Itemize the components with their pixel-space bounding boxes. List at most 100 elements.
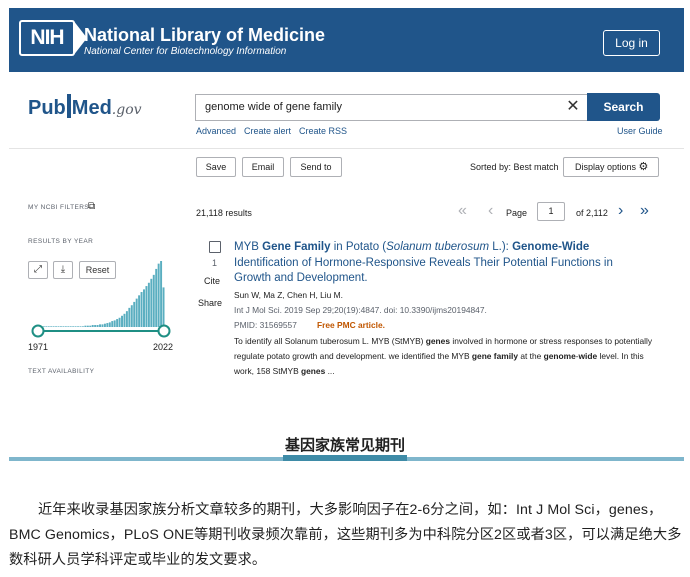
article-number: 1 xyxy=(212,258,218,268)
first-page-icon[interactable]: « xyxy=(458,203,467,219)
total-pages: of 2,112 xyxy=(576,208,608,218)
year-bar[interactable] xyxy=(45,326,48,327)
year-bar[interactable] xyxy=(91,325,94,327)
year-bar[interactable] xyxy=(160,261,163,327)
article-journal: Int J Mol Sci. 2019 Sep 29;20(19):4847. … xyxy=(234,305,487,315)
email-button[interactable]: Email xyxy=(242,157,284,177)
year-bar[interactable] xyxy=(145,286,148,327)
search-button[interactable]: Search xyxy=(587,93,660,121)
section-underline-accent xyxy=(283,455,407,461)
pubmed-logo-bar xyxy=(66,94,71,118)
pubmed-logo-gov: .gov xyxy=(111,102,142,118)
year-bar[interactable] xyxy=(89,325,92,327)
share-button[interactable]: Share xyxy=(198,298,222,308)
results-by-year-chart[interactable] xyxy=(27,255,177,340)
my-ncbi-filters-label[interactable]: MY NCBI FILTERS xyxy=(28,204,89,211)
section-title: 基因家族常见期刊 xyxy=(284,437,405,454)
year-bar[interactable] xyxy=(108,322,111,327)
year-bar[interactable] xyxy=(138,295,141,327)
year-bar[interactable] xyxy=(135,298,138,327)
nih-logo[interactable]: NIH xyxy=(19,20,87,56)
pubmed-logo-med: Med xyxy=(71,97,112,119)
year-bar[interactable] xyxy=(125,311,128,327)
gear-icon: ⚙ xyxy=(638,161,649,173)
year-bar[interactable] xyxy=(47,326,50,327)
next-page-icon[interactable]: › xyxy=(618,203,623,219)
year-bar[interactable] xyxy=(133,301,136,327)
year-bar[interactable] xyxy=(150,278,153,327)
year-bar[interactable] xyxy=(42,326,45,327)
year-bar[interactable] xyxy=(62,326,65,327)
year-bar[interactable] xyxy=(118,317,121,327)
year-bar[interactable] xyxy=(113,320,116,327)
login-button[interactable]: Log in xyxy=(603,30,660,56)
external-link-icon[interactable]: ⧉ xyxy=(88,201,95,212)
year-bar[interactable] xyxy=(111,321,114,327)
year-bar[interactable] xyxy=(64,326,67,327)
search-input[interactable]: genome wide of gene family xyxy=(195,94,588,121)
nlm-title[interactable]: National Library of Medicine xyxy=(84,25,325,46)
year-bar[interactable] xyxy=(74,326,77,327)
year-bar[interactable] xyxy=(69,326,72,327)
pubmed-logo-pub: Pub xyxy=(28,97,66,119)
page-number-input[interactable]: 1 xyxy=(537,202,565,221)
display-options-button[interactable]: Display options ⚙ xyxy=(563,157,659,177)
article-snippet: To identify all Solanum tuberosum L. MYB… xyxy=(234,336,653,376)
body-paragraph: 近年来收录基因家族分析文章较多的期刊，大多影响因子在2-6分之间，如：Int J… xyxy=(9,502,682,568)
advanced-link[interactable]: Advanced xyxy=(196,126,236,136)
year-bar[interactable] xyxy=(81,326,84,327)
select-article-checkbox[interactable] xyxy=(209,241,221,253)
article-authors: Sun W, Ma Z, Chen H, Liu M. xyxy=(234,290,343,300)
article-title[interactable]: MYB Gene Family in Potato (Solanum tuber… xyxy=(234,240,624,287)
year-bar[interactable] xyxy=(130,305,133,327)
year-bar[interactable] xyxy=(50,326,53,327)
timeline-end-handle[interactable] xyxy=(157,324,171,338)
create-alert-link[interactable]: Create alert xyxy=(244,126,291,136)
year-bar[interactable] xyxy=(101,324,104,327)
year-bar[interactable] xyxy=(152,274,155,327)
send-to-button[interactable]: Send to xyxy=(290,157,342,177)
year-bar[interactable] xyxy=(59,326,62,327)
year-bar[interactable] xyxy=(57,326,60,327)
year-bar[interactable] xyxy=(155,268,158,327)
year-bar[interactable] xyxy=(77,326,80,327)
free-pmc-badge[interactable]: Free PMC article. xyxy=(317,320,385,330)
save-button[interactable]: Save xyxy=(196,157,236,177)
year-end-label: 2022 xyxy=(153,342,174,352)
year-bar[interactable] xyxy=(94,325,97,327)
cite-button[interactable]: Cite xyxy=(204,276,220,286)
year-bar[interactable] xyxy=(55,326,58,327)
year-bar[interactable] xyxy=(116,319,119,327)
year-bar[interactable] xyxy=(121,315,123,327)
year-bar[interactable] xyxy=(140,292,143,327)
pubmed-logo[interactable]: Pub Med.gov xyxy=(28,94,142,120)
year-bar[interactable] xyxy=(157,263,160,327)
create-rss-link[interactable]: Create RSS xyxy=(299,126,347,136)
year-bar[interactable] xyxy=(123,313,126,327)
year-bar[interactable] xyxy=(147,282,150,327)
last-page-icon[interactable]: » xyxy=(640,203,649,219)
page-label: Page xyxy=(506,208,528,218)
timeline-start-handle[interactable] xyxy=(31,324,45,338)
clear-search-icon[interactable]: ✕ xyxy=(562,96,584,118)
year-bar[interactable] xyxy=(52,326,55,327)
year-bar[interactable] xyxy=(84,325,87,327)
user-guide-link[interactable]: User Guide xyxy=(617,126,663,136)
year-bar[interactable] xyxy=(162,287,165,327)
year-bar[interactable] xyxy=(143,289,145,327)
divider xyxy=(9,148,684,149)
year-bar[interactable] xyxy=(103,323,106,327)
previous-page-icon[interactable]: ‹ xyxy=(488,203,493,219)
year-start-label: 1971 xyxy=(28,342,49,352)
year-bar[interactable] xyxy=(96,325,99,327)
results-count: 21,118 results xyxy=(196,208,252,218)
sorted-by-label[interactable]: Sorted by: Best match xyxy=(470,162,559,172)
year-bar[interactable] xyxy=(128,307,131,327)
ncbi-subtitle: National Center for Biotechnology Inform… xyxy=(84,46,287,57)
year-bar[interactable] xyxy=(79,326,82,327)
year-bar[interactable] xyxy=(72,326,75,327)
year-bar[interactable] xyxy=(86,325,89,327)
year-bar[interactable] xyxy=(67,326,70,327)
year-bar[interactable] xyxy=(99,324,102,327)
year-bar[interactable] xyxy=(106,323,109,327)
